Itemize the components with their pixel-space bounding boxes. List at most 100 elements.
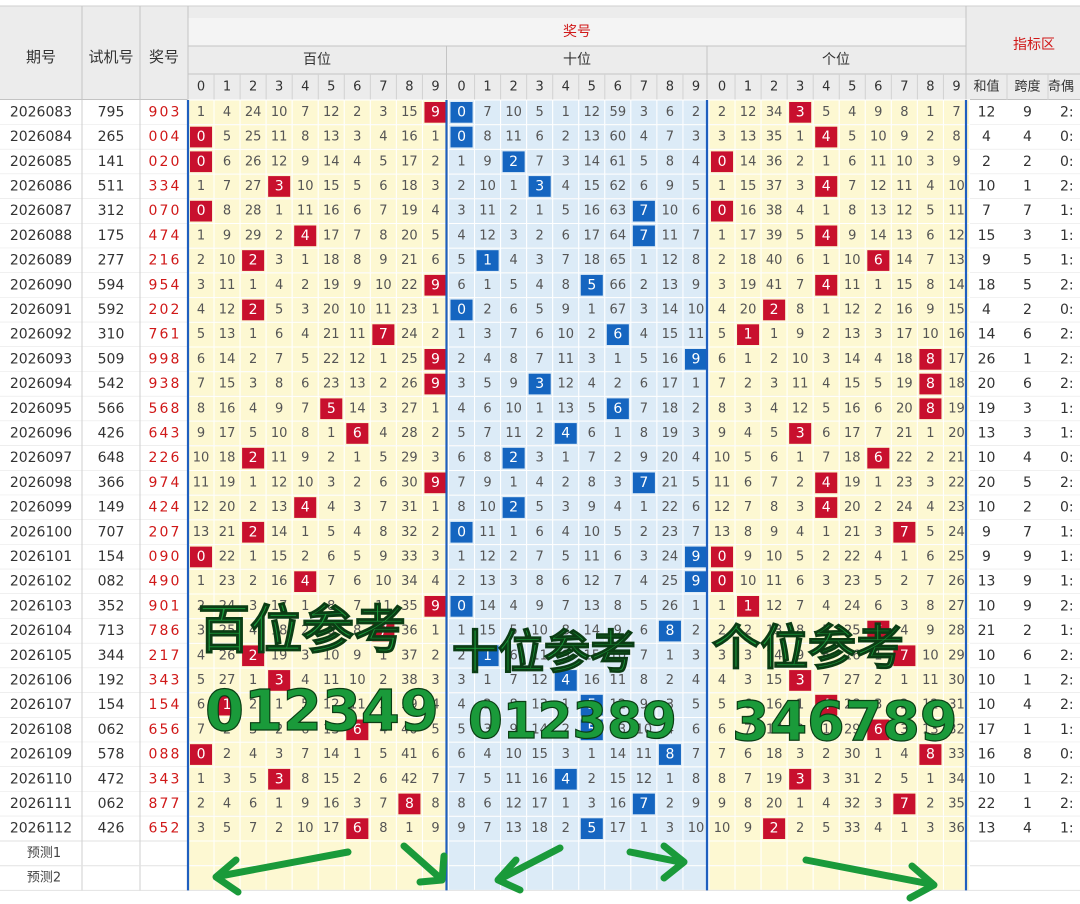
miss-count: 14: [948, 278, 965, 293]
units-ref-digits: 346789: [732, 690, 957, 753]
span-cell: 9: [1023, 104, 1032, 120]
miss-count: 5: [275, 302, 283, 317]
miss-count: 18: [844, 451, 861, 466]
miss-count: 8: [483, 451, 491, 466]
miss-count: 4: [379, 130, 387, 145]
sum-cell: 22: [978, 796, 996, 812]
trial-cell: 141: [98, 154, 125, 170]
miss-count: 19: [948, 401, 965, 416]
prize-digit: 4: [171, 228, 180, 244]
miss-count: 16: [531, 772, 548, 787]
span-cell: 8: [1023, 747, 1032, 763]
prize-digit: 7: [171, 796, 180, 812]
miss-count: 23: [323, 377, 340, 392]
sum-cell: 13: [978, 425, 996, 441]
miss-count: 13: [193, 525, 210, 540]
miss-count: 1: [353, 747, 361, 762]
miss-count: 7: [926, 574, 934, 589]
odd-cell: 1:: [1060, 574, 1074, 590]
miss-count: 7: [327, 574, 335, 589]
sum-cell: 10: [978, 450, 996, 466]
miss-count: 4: [926, 179, 934, 194]
miss-count: 7: [796, 278, 804, 293]
miss-count: 12: [636, 772, 653, 787]
prize-digit: 9: [149, 598, 158, 614]
odd-cell: 2:: [1060, 376, 1074, 392]
miss-count: 1: [874, 475, 882, 490]
miss-count: 11: [948, 204, 965, 219]
hit-number: 0: [457, 524, 466, 540]
miss-count: 5: [562, 204, 570, 219]
trial-cell: 175: [98, 228, 125, 244]
miss-count: 4: [197, 302, 205, 317]
miss-count: 6: [874, 599, 882, 614]
hit-number: 4: [301, 228, 310, 244]
miss-count: 7: [301, 105, 309, 120]
miss-count: 2: [431, 327, 439, 342]
miss-count: 3: [822, 772, 830, 787]
miss-count: 5: [457, 722, 465, 737]
miss-count: 2: [197, 253, 205, 268]
miss-count: 7: [457, 475, 465, 490]
miss-count: 6: [536, 130, 544, 145]
miss-count: 14: [219, 352, 236, 367]
miss-count: 2: [796, 154, 804, 169]
miss-count: 19: [323, 278, 340, 293]
span-cell: 2: [1023, 623, 1032, 639]
miss-count: 1: [301, 525, 309, 540]
miss-count: 9: [874, 105, 882, 120]
miss-count: 10: [948, 179, 965, 194]
miss-count: 6: [562, 574, 570, 589]
miss-count: 3: [614, 475, 622, 490]
miss-count: 8: [770, 500, 778, 515]
miss-count: 18: [584, 253, 601, 268]
issue-cell: 2026094: [10, 376, 72, 392]
forecast-cell: [552, 865, 580, 891]
miss-count: 5: [197, 673, 205, 688]
miss-count: 16: [610, 796, 627, 811]
miss-count: 4: [431, 574, 439, 589]
miss-count: 12: [896, 204, 913, 219]
prize-digit: 4: [171, 178, 180, 194]
odd-cell: 1:: [1060, 425, 1074, 441]
miss-count: 12: [870, 179, 887, 194]
miss-count: 17: [610, 821, 627, 836]
prize-digit: 0: [160, 302, 169, 318]
sum-cell: 19: [978, 401, 996, 417]
miss-count: 4: [379, 426, 387, 441]
issue-cell: 2026093: [10, 351, 72, 367]
miss-count: 5: [822, 401, 830, 416]
miss-count: 9: [848, 228, 856, 243]
miss-count: 2: [301, 278, 309, 293]
miss-count: 4: [822, 599, 830, 614]
miss-count: 3: [900, 599, 908, 614]
miss-count: 9: [588, 500, 596, 515]
sum-cell: 20: [978, 376, 996, 392]
miss-count: 9: [562, 302, 570, 317]
sum-cell: 15: [978, 228, 996, 244]
miss-count: 15: [584, 179, 601, 194]
forecast-cell: [369, 865, 397, 891]
miss-count: 6: [327, 549, 335, 564]
miss-count: 1: [926, 772, 934, 787]
issue-cell: 2026099: [10, 500, 72, 516]
miss-count: 6: [536, 327, 544, 342]
sum-cell: 10: [978, 500, 996, 516]
miss-count: 63: [610, 204, 627, 219]
miss-count: 28: [948, 624, 965, 639]
miss-count: 6: [562, 228, 570, 243]
hit-number: 9: [431, 475, 440, 491]
miss-count: 12: [479, 549, 496, 564]
miss-count: 2: [431, 154, 439, 169]
miss-count: 8: [848, 204, 856, 219]
miss-count: 22: [323, 352, 340, 367]
miss-count: 19: [219, 475, 236, 490]
miss-count: 8: [379, 228, 387, 243]
table-header: 期号 试机号 奖号奖号百位 十位 个位指标区和值 跨度 奇偶0 1 2 3 4 5 6 7 8 9 0 1 2 3 4 5…: [0, 5, 1080, 101]
index-zone-header: 指标区: [1013, 37, 1055, 53]
prize-digit: 4: [160, 425, 169, 441]
miss-count: 6: [640, 377, 648, 392]
trial-cell: 062: [98, 796, 125, 812]
miss-count: 1: [457, 327, 465, 342]
miss-count: 3: [692, 130, 700, 145]
